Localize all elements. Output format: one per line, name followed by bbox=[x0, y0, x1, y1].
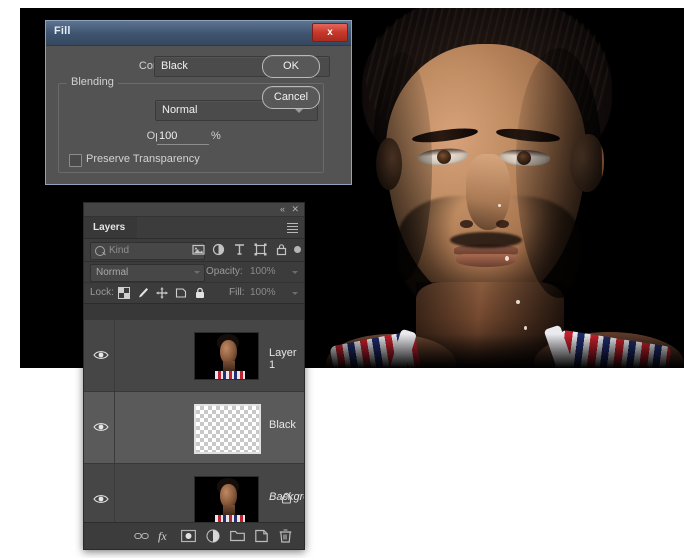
face-shadow-right bbox=[516, 48, 602, 298]
visibility-eye-icon[interactable] bbox=[93, 493, 109, 505]
lock-all-icon[interactable] bbox=[194, 287, 206, 299]
filter-bar: Kind bbox=[84, 239, 304, 262]
layer-name[interactable]: Black bbox=[269, 419, 296, 431]
close-icon[interactable]: x bbox=[312, 23, 348, 42]
link-layers-icon[interactable] bbox=[134, 529, 149, 543]
filter-toggle-icon[interactable] bbox=[293, 245, 306, 259]
fill-value[interactable]: 100% bbox=[250, 287, 276, 298]
sweat-drop bbox=[516, 300, 520, 304]
type-filter-icon[interactable] bbox=[233, 243, 246, 257]
layer-row[interactable]: Layer 1 bbox=[84, 320, 304, 392]
mode-value: Normal bbox=[162, 104, 198, 116]
tab-layers[interactable]: Layers bbox=[84, 217, 138, 238]
column-divider bbox=[114, 392, 115, 463]
sweat-drop bbox=[524, 326, 527, 330]
lock-transparency-icon[interactable] bbox=[118, 287, 130, 299]
opacity-label: Opacity: bbox=[206, 266, 243, 277]
shape-filter-icon[interactable] bbox=[254, 243, 267, 257]
dialog-titlebar[interactable]: Fill x bbox=[46, 21, 351, 46]
lock-label: Lock: bbox=[90, 287, 114, 298]
visibility-eye-icon[interactable] bbox=[93, 349, 109, 361]
cancel-button[interactable]: Cancel bbox=[262, 86, 320, 109]
chevron-down-icon[interactable] bbox=[292, 271, 298, 274]
portrait-image bbox=[320, 8, 684, 368]
panel-tabbar: Layers bbox=[84, 217, 304, 239]
adjustment-filter-icon[interactable] bbox=[212, 243, 225, 257]
face-shadow-left bbox=[372, 52, 432, 282]
double-chevron-icon[interactable]: « bbox=[280, 204, 285, 215]
layer-name[interactable]: Layer 1 bbox=[269, 347, 304, 371]
layer-thumbnail[interactable] bbox=[194, 404, 261, 454]
dialog-title: Fill bbox=[54, 25, 71, 37]
panel-topbar: « ✕ bbox=[84, 203, 304, 217]
ok-button[interactable]: OK bbox=[262, 55, 320, 78]
panel-menu-icon[interactable] bbox=[287, 223, 298, 233]
delete-layer-icon[interactable] bbox=[279, 529, 292, 543]
layer-thumbnail[interactable] bbox=[194, 332, 259, 380]
blending-legend: Blending bbox=[67, 76, 118, 88]
fill-label: Fill: bbox=[229, 287, 245, 298]
sweat-drop bbox=[505, 256, 509, 261]
layer-style-fx-icon[interactable]: fx bbox=[158, 529, 172, 543]
layer-thumbnail[interactable] bbox=[194, 476, 259, 522]
opacity-value[interactable]: 100% bbox=[250, 266, 276, 277]
bottom-fade bbox=[320, 334, 684, 368]
lock-image-icon[interactable] bbox=[137, 287, 149, 299]
thumbnail-image bbox=[195, 477, 258, 522]
visibility-eye-icon[interactable] bbox=[93, 421, 109, 433]
search-icon bbox=[95, 246, 105, 256]
new-group-icon[interactable] bbox=[230, 529, 245, 543]
filter-kind-select[interactable]: Kind bbox=[90, 242, 205, 260]
svg-text:fx: fx bbox=[158, 529, 167, 543]
layer-row[interactable]: Background bbox=[84, 464, 304, 522]
opacity-input[interactable] bbox=[157, 128, 209, 145]
preserve-transparency-checkbox[interactable] bbox=[69, 154, 82, 167]
smart-object-filter-icon[interactable] bbox=[275, 243, 288, 257]
thumbnail-image bbox=[195, 333, 258, 379]
adjustment-layer-icon[interactable] bbox=[206, 529, 220, 543]
chevron-down-icon[interactable] bbox=[292, 292, 298, 295]
layers-panel: « ✕ Layers Kind Normal Opacity: 100% Loc… bbox=[83, 202, 305, 550]
column-divider bbox=[114, 464, 115, 522]
percent-label: % bbox=[211, 130, 221, 142]
column-divider bbox=[114, 320, 115, 391]
add-mask-icon[interactable] bbox=[181, 529, 196, 543]
chevron-down-icon bbox=[194, 271, 200, 274]
blend-mode-value: Normal bbox=[96, 267, 129, 278]
close-icon[interactable]: ✕ bbox=[291, 204, 299, 215]
lock-artboard-icon[interactable] bbox=[175, 287, 187, 299]
sweat-drop bbox=[498, 204, 501, 207]
layer-row[interactable]: Black bbox=[84, 392, 304, 464]
preserve-transparency-label: Preserve Transparency bbox=[86, 153, 200, 165]
dialog-body: Contents: Black Blending Mode: Normal Op… bbox=[46, 46, 351, 184]
panel-bottom-toolbar: fx bbox=[84, 522, 304, 549]
locked-layer-icon bbox=[281, 492, 292, 504]
filter-kind-label: Kind bbox=[109, 245, 130, 256]
contents-value: Black bbox=[161, 60, 188, 72]
blend-mode-bar: Normal Opacity: 100% bbox=[84, 262, 304, 283]
moustache bbox=[450, 232, 522, 248]
transparent-checkerboard bbox=[196, 406, 259, 452]
blend-mode-select[interactable]: Normal bbox=[90, 264, 205, 282]
pixel-filter-icon[interactable] bbox=[192, 243, 205, 257]
lock-position-icon[interactable] bbox=[156, 287, 168, 299]
new-layer-icon[interactable] bbox=[255, 529, 268, 543]
layer-list: Layer 1 Black Background bbox=[84, 320, 304, 522]
fill-dialog: Fill x Contents: Black Blending Mode: No… bbox=[45, 20, 352, 185]
lock-bar: Lock: Fill: 100% bbox=[84, 283, 304, 304]
